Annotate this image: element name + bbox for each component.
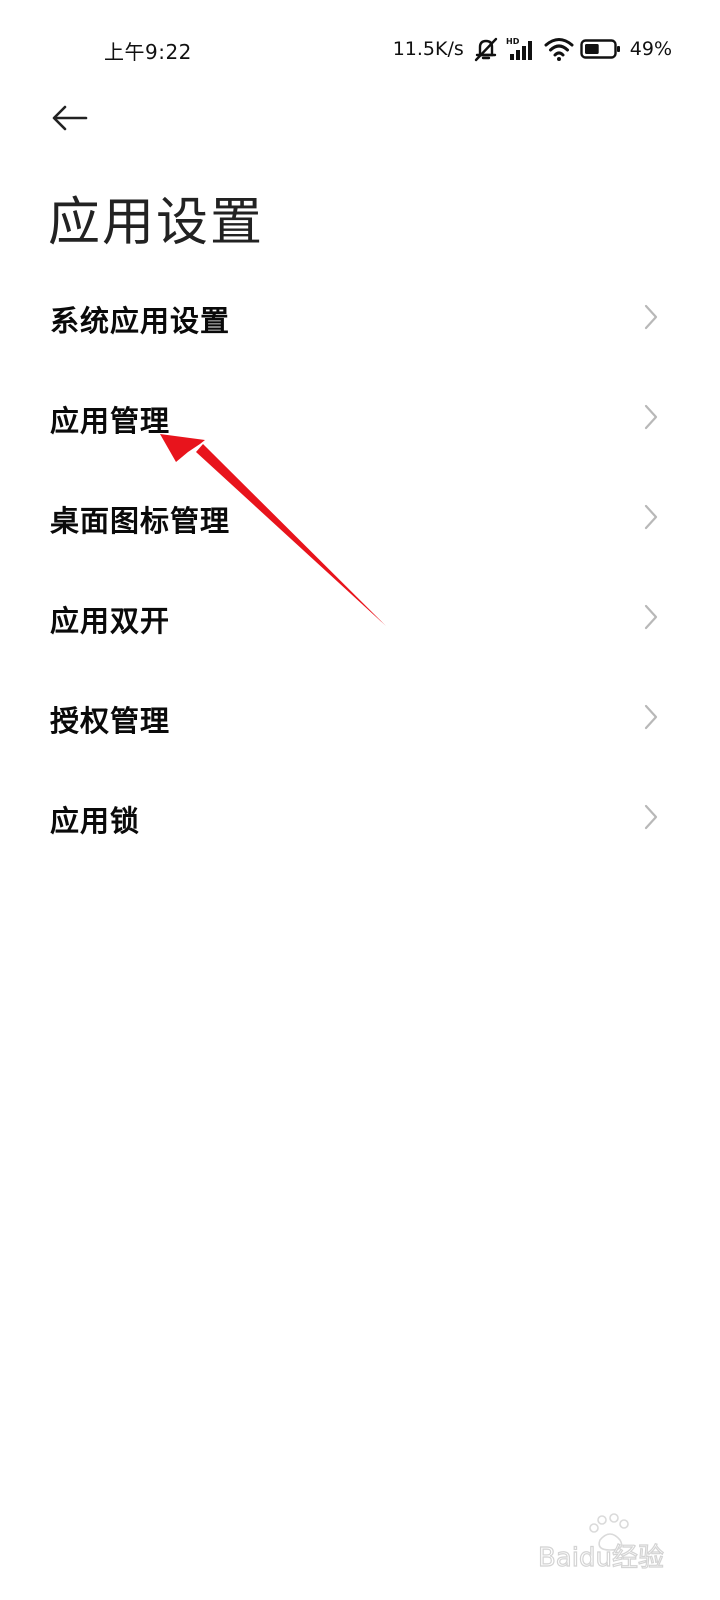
chevron-right-icon	[644, 504, 658, 530]
menu-item-label: 应用双开	[50, 604, 171, 638]
battery-icon	[580, 37, 622, 61]
page-title: 应用设置	[48, 193, 265, 253]
back-button[interactable]	[44, 96, 96, 140]
chevron-right-icon	[644, 704, 658, 730]
menu-item-desktop-icon-management[interactable]: 桌面图标管理	[0, 468, 720, 568]
settings-menu-list: 系统应用设置 应用管理 桌面图标管理 应用双开 授权管理 应用锁	[0, 268, 720, 868]
chevron-right-icon	[644, 604, 658, 630]
baidu-watermark-logo: Baidu经验	[538, 1513, 665, 1572]
wifi-icon	[544, 36, 574, 62]
menu-item-system-app-settings[interactable]: 系统应用设置	[0, 268, 720, 368]
status-time: 上午9:22	[104, 40, 192, 64]
network-speed: 11.5K/s	[392, 38, 464, 60]
menu-item-dual-apps[interactable]: 应用双开	[0, 568, 720, 668]
status-icons: 11.5K/s HD 49%	[393, 34, 672, 64]
status-bar: 上午9:22 11.5K/s HD 49%	[0, 0, 720, 100]
hd-signal-icon: HD	[506, 36, 538, 62]
menu-item-label: 应用管理	[50, 404, 171, 438]
menu-item-app-lock[interactable]: 应用锁	[0, 768, 720, 868]
menu-item-label: 桌面图标管理	[50, 504, 231, 538]
battery-percent: 49%	[629, 38, 672, 60]
mute-bell-icon	[472, 36, 500, 62]
chevron-right-icon	[644, 404, 658, 430]
svg-text:HD: HD	[506, 37, 520, 46]
menu-item-permission-management[interactable]: 授权管理	[0, 668, 720, 768]
watermark-text: Baidu经验	[538, 1543, 664, 1572]
menu-item-app-management[interactable]: 应用管理	[0, 368, 720, 468]
menu-item-label: 系统应用设置	[50, 304, 231, 338]
menu-item-label: 应用锁	[50, 804, 141, 838]
chevron-right-icon	[644, 304, 658, 330]
chevron-right-icon	[644, 804, 658, 830]
back-arrow-icon	[52, 105, 88, 131]
menu-item-label: 授权管理	[50, 704, 171, 738]
